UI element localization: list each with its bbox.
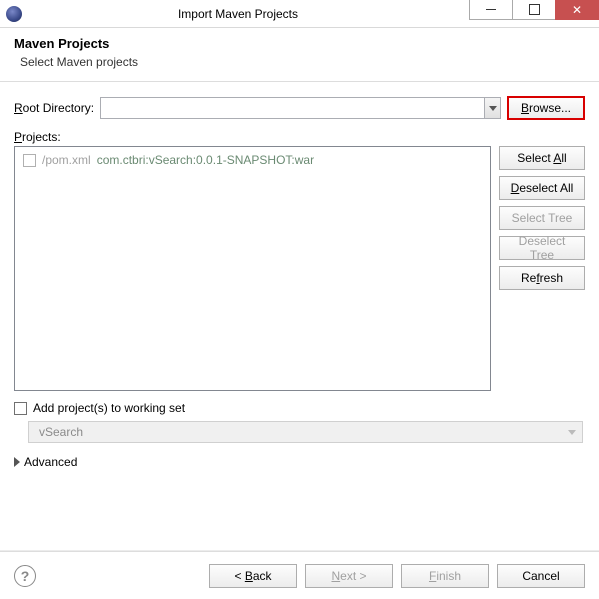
wizard-button-bar: ? < Back Next > Finish Cancel [0, 551, 599, 599]
finish-button: Finish [401, 564, 489, 588]
project-pom-path: /pom.xml [42, 153, 91, 167]
chevron-down-icon [568, 430, 576, 435]
window-title: Import Maven Projects [26, 7, 470, 21]
projects-label: Projects: [14, 130, 585, 144]
deselect-all-button[interactable]: Deselect All [499, 176, 585, 200]
refresh-button[interactable]: Refresh [499, 266, 585, 290]
window-controls [470, 0, 599, 27]
tree-item[interactable]: /pom.xml com.ctbri:vSearch:0.0.1-SNAPSHO… [23, 153, 482, 167]
working-set-row: Add project(s) to working set [14, 401, 585, 415]
project-gav: com.ctbri:vSearch:0.0.1-SNAPSHOT:war [97, 153, 314, 167]
minimize-button[interactable] [469, 0, 513, 20]
maximize-button[interactable] [512, 0, 556, 20]
wizard-body: Root Directory: Browse... Projects: /pom… [0, 82, 599, 479]
select-tree-button: Select Tree [499, 206, 585, 230]
root-directory-input[interactable] [100, 97, 485, 119]
advanced-expander[interactable]: Advanced [14, 455, 585, 469]
project-side-buttons: Select All Deselect All Select Tree Dese… [499, 146, 585, 391]
title-bar: Import Maven Projects [0, 0, 599, 28]
wizard-header: Maven Projects Select Maven projects [0, 28, 599, 82]
deselect-tree-button: Deselect Tree [499, 236, 585, 260]
project-checkbox[interactable] [23, 154, 36, 167]
close-button[interactable] [555, 0, 599, 20]
eclipse-icon [6, 6, 22, 22]
next-button: Next > [305, 564, 393, 588]
help-button[interactable]: ? [14, 565, 36, 587]
cancel-button[interactable]: Cancel [497, 564, 585, 588]
advanced-label: Advanced [24, 455, 77, 469]
root-directory-label: Root Directory: [14, 101, 94, 115]
back-button[interactable]: < Back [209, 564, 297, 588]
root-directory-row: Root Directory: Browse... [14, 96, 585, 120]
working-set-combo: vSearch [28, 421, 583, 443]
working-set-selected: vSearch [39, 425, 568, 439]
working-set-label: Add project(s) to working set [33, 401, 185, 415]
browse-button[interactable]: Browse... [507, 96, 585, 120]
projects-area: /pom.xml com.ctbri:vSearch:0.0.1-SNAPSHO… [14, 146, 585, 391]
root-directory-dropdown[interactable] [485, 97, 501, 119]
page-subtitle: Select Maven projects [14, 55, 585, 69]
select-all-button[interactable]: Select All [499, 146, 585, 170]
chevron-down-icon [489, 106, 497, 111]
projects-tree[interactable]: /pom.xml com.ctbri:vSearch:0.0.1-SNAPSHO… [14, 146, 491, 391]
expand-icon [14, 457, 20, 467]
working-set-checkbox[interactable] [14, 402, 27, 415]
page-title: Maven Projects [14, 36, 585, 51]
